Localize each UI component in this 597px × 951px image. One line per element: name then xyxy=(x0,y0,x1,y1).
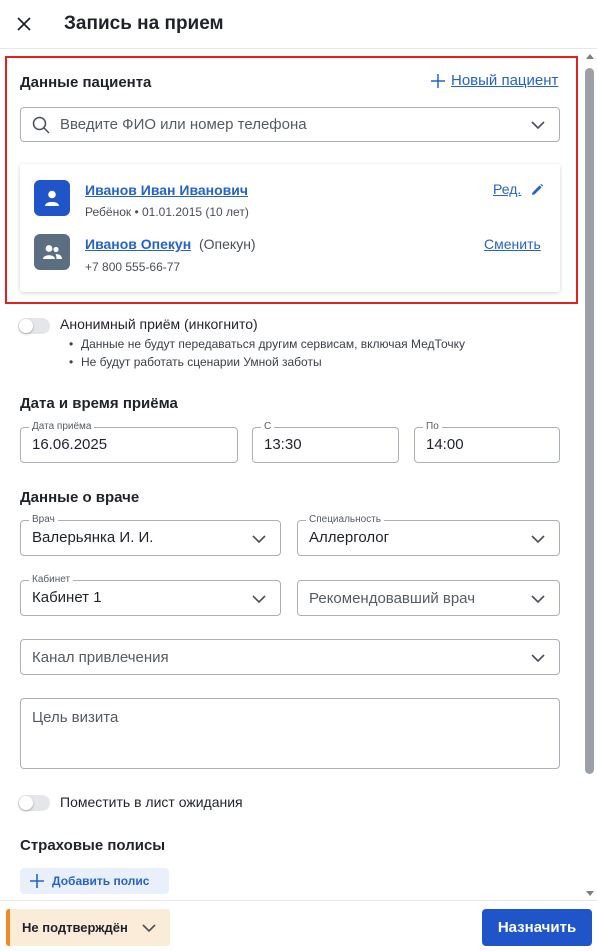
visit-purpose-placeholder: Цель визита xyxy=(32,709,119,726)
waitlist-toggle[interactable] xyxy=(18,795,50,811)
dialog-footer: Не подтверждён Назначить xyxy=(0,900,597,951)
edit-patient-link[interactable]: Ред. xyxy=(493,181,521,197)
cabinet-select-label: Кабинет xyxy=(29,574,74,586)
time-from-label: С xyxy=(261,421,275,433)
visit-purpose-textarea[interactable]: Цель визита xyxy=(20,698,560,769)
doctor-select-label: Врач xyxy=(29,514,58,526)
waitlist-label: Поместить в лист ожидания xyxy=(60,794,243,810)
referring-doctor-placeholder: Рекомендовавший врач xyxy=(309,590,476,607)
time-from-value: 13:30 xyxy=(264,436,302,453)
scroll-down-arrow-icon[interactable] xyxy=(586,891,594,896)
date-field-label: Дата приёма xyxy=(29,421,95,433)
assign-button[interactable]: Назначить xyxy=(482,909,592,946)
guardian-name-link[interactable]: Иванов Опекун xyxy=(85,236,191,252)
specialty-select-label: Специальность xyxy=(306,514,384,526)
change-guardian-link[interactable]: Сменить xyxy=(484,236,541,252)
chevron-down-icon xyxy=(531,121,545,130)
child-avatar-icon xyxy=(34,180,70,216)
referring-doctor-select[interactable]: Рекомендовавший врач xyxy=(297,580,560,616)
anonymous-note: Не будут работать сценарии Умной заботы xyxy=(69,355,322,369)
doctor-select-value: Валерьянка И. И. xyxy=(32,529,154,546)
guardian-phone: +7 800 555-66-77 xyxy=(85,260,181,274)
channel-select[interactable]: Канал привлечения xyxy=(20,639,560,675)
anonymous-label: Анонимный приём (инкогнито) xyxy=(60,316,258,332)
chevron-down-icon xyxy=(252,535,266,544)
chevron-down-icon xyxy=(252,595,266,604)
status-dropdown-label: Не подтверждён xyxy=(22,920,128,935)
doctor-section-title: Данные о враче xyxy=(20,489,140,506)
date-field-value: 16.06.2025 xyxy=(32,436,108,453)
time-from-field[interactable]: С 13:30 xyxy=(252,421,399,463)
search-placeholder: Введите ФИО или номер телефона xyxy=(60,116,307,133)
scroll-up-arrow-icon[interactable] xyxy=(586,54,594,59)
pencil-icon[interactable] xyxy=(530,183,544,197)
plus-icon xyxy=(431,73,445,88)
chevron-down-icon xyxy=(142,924,156,933)
specialty-select-value: Аллерголог xyxy=(309,529,390,546)
date-field[interactable]: Дата приёма 16.06.2025 xyxy=(20,421,238,463)
patient-search-input[interactable]: Введите ФИО или номер телефона xyxy=(20,107,560,142)
search-icon xyxy=(32,116,50,134)
scrollbar[interactable] xyxy=(584,50,597,900)
patient-card: Иванов Иван Иванович Ребёнок • 01.01.201… xyxy=(20,164,560,292)
patient-name-link[interactable]: Иванов Иван Иванович xyxy=(85,182,248,198)
dialog-title: Запись на прием xyxy=(64,13,224,34)
new-patient-link[interactable]: Новый пациент xyxy=(431,72,558,89)
scroll-thumb[interactable] xyxy=(585,68,594,774)
patient-meta: Ребёнок • 01.01.2015 (10 лет) xyxy=(85,205,249,219)
specialty-select[interactable]: Специальность Аллерголог xyxy=(297,514,560,556)
guardian-role: (Опекун) xyxy=(199,236,256,252)
chevron-down-icon xyxy=(531,595,545,604)
cabinet-select[interactable]: Кабинет Кабинет 1 xyxy=(20,574,281,616)
chevron-down-icon xyxy=(531,535,545,544)
time-to-field[interactable]: По 14:00 xyxy=(414,421,560,463)
doctor-select[interactable]: Врач Валерьянка И. И. xyxy=(20,514,281,556)
datetime-section-title: Дата и время приёма xyxy=(20,395,178,412)
channel-placeholder: Канал привлечения xyxy=(32,649,169,666)
dialog-header: Запись на прием xyxy=(0,0,597,49)
status-dropdown[interactable]: Не подтверждён xyxy=(6,909,170,946)
anonymous-note: Данные не будут передаваться другим серв… xyxy=(69,337,465,351)
guardian-avatar-icon xyxy=(34,234,70,270)
chevron-down-icon xyxy=(531,654,545,663)
time-to-value: 14:00 xyxy=(426,436,464,453)
add-policy-button[interactable]: Добавить полис xyxy=(20,868,169,894)
insurance-section-title: Страховые полисы xyxy=(20,837,166,854)
close-icon[interactable] xyxy=(14,14,34,34)
patient-section-title: Данные пациента xyxy=(20,74,152,91)
dialog-content: Данные пациента Новый пациент Введите ФИ… xyxy=(0,50,583,900)
add-policy-label: Добавить полис xyxy=(52,874,150,888)
cabinet-select-value: Кабинет 1 xyxy=(32,589,102,606)
new-patient-label: Новый пациент xyxy=(451,72,559,89)
time-to-label: По xyxy=(423,421,442,433)
anonymous-toggle[interactable] xyxy=(18,318,50,334)
plus-icon xyxy=(30,874,44,888)
